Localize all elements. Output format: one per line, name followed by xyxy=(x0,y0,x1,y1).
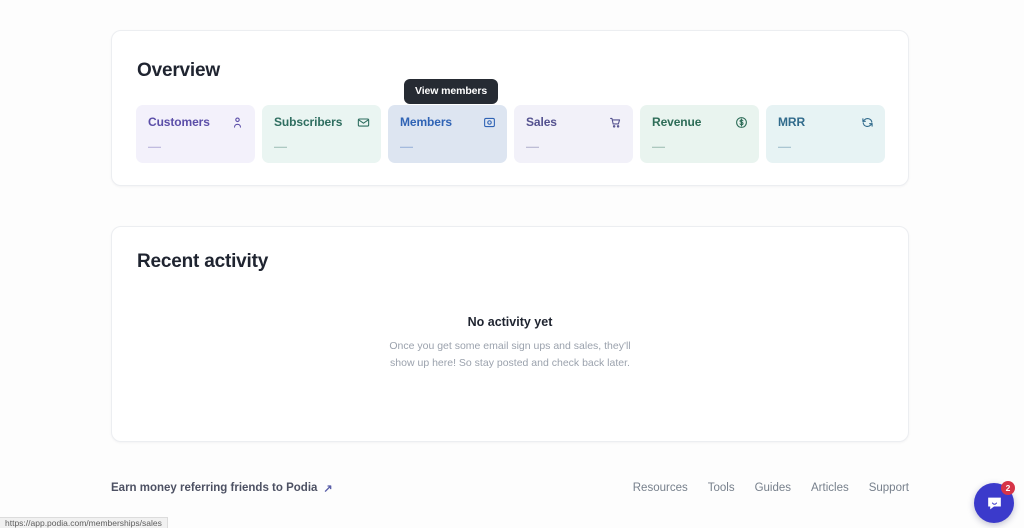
footer-link-support[interactable]: Support xyxy=(869,482,909,494)
stat-card-customers[interactable]: Customers — xyxy=(136,105,255,163)
stat-card-value: — xyxy=(148,139,161,154)
stat-card-header: Members xyxy=(400,115,496,129)
stat-card-label: Members xyxy=(400,115,452,129)
stat-card-label: Subscribers xyxy=(274,115,343,129)
stat-card-members[interactable]: Members — xyxy=(388,105,507,163)
stat-card-value: — xyxy=(652,139,665,154)
stat-card-subscribers[interactable]: Subscribers — xyxy=(262,105,381,163)
stat-card-value: — xyxy=(274,139,287,154)
stat-card-label: Revenue xyxy=(652,115,702,129)
stat-card-header: Sales xyxy=(526,115,622,129)
stat-card-header: Revenue xyxy=(652,115,748,129)
envelope-icon xyxy=(356,115,370,129)
dollar-circle-icon xyxy=(734,115,748,129)
footer-link-resources[interactable]: Resources xyxy=(633,482,688,494)
stat-card-value: — xyxy=(526,139,539,154)
stat-card-value: — xyxy=(778,139,791,154)
chat-bubble-icon xyxy=(987,497,1001,509)
browser-status-bar: https://app.podia.com/memberships/sales xyxy=(0,517,168,528)
stat-card-mrr[interactable]: MRR — xyxy=(766,105,885,163)
person-icon xyxy=(230,115,244,129)
empty-state: No activity yet Once you get some email … xyxy=(112,315,908,372)
stat-card-label: Customers xyxy=(148,115,210,129)
recent-activity-panel: Recent activity No activity yet Once you… xyxy=(111,226,909,442)
referral-link-label: Earn money referring friends to Podia xyxy=(111,482,318,494)
external-link-arrow-icon: ↗ xyxy=(323,482,333,495)
footer-link-guides[interactable]: Guides xyxy=(755,482,791,494)
stat-card-revenue[interactable]: Revenue — xyxy=(640,105,759,163)
stat-card-header: MRR xyxy=(778,115,874,129)
overview-panel: Overview Customers — Subscribers — Membe… xyxy=(111,30,909,186)
page-footer: Earn money referring friends to Podia ↗ … xyxy=(111,478,909,498)
refresh-icon xyxy=(860,115,874,129)
stat-card-header: Customers xyxy=(148,115,244,129)
dashboard-page: Overview Customers — Subscribers — Membe… xyxy=(0,0,1024,528)
stat-card-sales[interactable]: Sales — xyxy=(514,105,633,163)
id-badge-icon xyxy=(482,115,496,129)
page-title: Overview xyxy=(137,60,220,81)
stat-card-label: Sales xyxy=(526,115,557,129)
cart-icon xyxy=(608,115,622,129)
footer-links: Resources Tools Guides Articles Support xyxy=(633,482,909,494)
stat-card-list: Customers — Subscribers — Members — Sale… xyxy=(136,105,885,163)
empty-state-title: No activity yet xyxy=(467,315,553,329)
stat-card-label: MRR xyxy=(778,115,806,129)
footer-link-articles[interactable]: Articles xyxy=(811,482,849,494)
stat-card-value: — xyxy=(400,139,413,154)
members-tooltip: View members xyxy=(404,79,499,104)
referral-link[interactable]: Earn money referring friends to Podia ↗ xyxy=(111,482,333,495)
chat-unread-badge: 2 xyxy=(1001,481,1015,495)
empty-state-description: Once you get some email sign ups and sal… xyxy=(389,340,631,369)
section-title: Recent activity xyxy=(137,251,269,272)
stat-card-header: Subscribers xyxy=(274,115,370,129)
footer-link-tools[interactable]: Tools xyxy=(708,482,735,494)
